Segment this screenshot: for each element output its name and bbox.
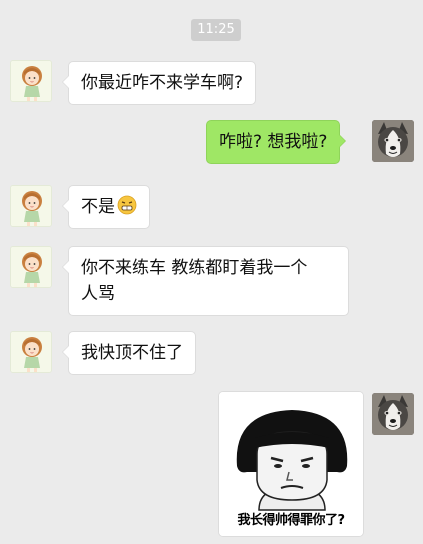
message-bubble-incoming[interactable]: 我快顶不住了 — [62, 331, 196, 375]
grimace-emoji-icon — [117, 195, 137, 215]
message-bubble-incoming[interactable]: 你不来练车 教练都盯着我一个 人骂 — [62, 246, 349, 316]
husky-avatar-icon[interactable] — [372, 393, 414, 435]
girl-avatar-icon[interactable] — [10, 185, 52, 227]
message-bubble-incoming[interactable]: 不是 — [62, 185, 150, 229]
message-text: 不是 — [81, 197, 115, 217]
timestamp-badge: 11:25 — [191, 19, 241, 41]
girl-avatar-icon[interactable] — [10, 331, 52, 373]
message-bubble-incoming[interactable]: 你最近咋不来学车啊? — [61, 61, 257, 105]
message-bubble-outgoing[interactable]: 咋啦? 想我啦? — [206, 120, 347, 164]
meme-sticker[interactable]: 我长得帅得罪你了? — [218, 391, 364, 537]
sticker-caption: 我长得帅得罪你了? — [237, 513, 345, 528]
message-text-line: 你不来练车 教练都盯着我一个 — [81, 258, 308, 278]
girl-avatar-icon[interactable] — [10, 246, 52, 288]
husky-avatar-icon[interactable] — [372, 120, 414, 162]
message-text: 咋啦? 想我啦? — [219, 132, 328, 152]
message-text-line: 人骂 — [81, 284, 115, 304]
message-text: 我快顶不住了 — [81, 343, 183, 363]
girl-avatar-icon[interactable] — [10, 60, 52, 102]
message-text: 你最近咋不来学车啊? — [81, 73, 244, 93]
